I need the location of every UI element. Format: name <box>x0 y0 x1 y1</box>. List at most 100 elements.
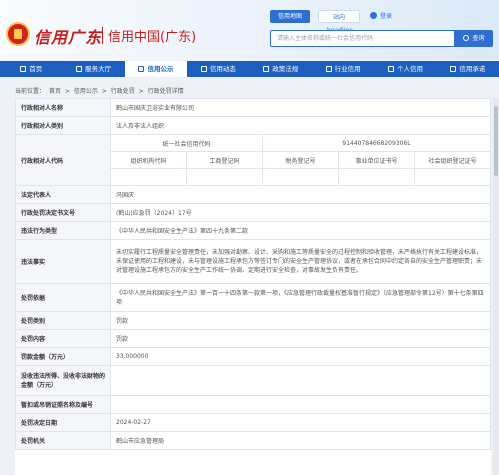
decision-date-value: 2024-02-27 <box>110 413 491 432</box>
business-reg-header: 工商登记码 <box>186 151 263 169</box>
breadcrumb-penalty[interactable]: 行政处罚 <box>111 88 135 95</box>
license-label: 暂扣或吊销证照名称及编号 <box>15 395 111 414</box>
breadcrumb-publicity[interactable]: 信用公示 <box>74 88 98 95</box>
site-banner: 信用广东 信用中国(广东) 信用地图 站内headline 登录 请输入主体名称… <box>0 0 499 60</box>
scrollbar-thumb[interactable] <box>494 106 498 176</box>
person-icon <box>387 66 394 72</box>
violation-fact-value: 未切实履行工程质量安全管理责任，未加强对勘察、设计、采购和施工等质量安全的过程控… <box>110 239 491 284</box>
org-code-header: 组织机构代码 <box>110 151 187 169</box>
nav-credit-commitment[interactable]: 信用承诺 <box>437 61 499 77</box>
doc-number-label: 行政处罚决定书文号 <box>15 203 111 222</box>
breadcrumb-current: 行政处罚详情 <box>147 88 184 95</box>
penalty-content-value: 罚款 <box>110 329 491 348</box>
site-title[interactable]: 信用中国(广东) <box>108 26 196 45</box>
main-nav: 首页 服务大厅 信用公示 信用动态 政策法规 行业信用 个人信用 信用承诺 <box>0 61 499 77</box>
search-button[interactable]: 查询 <box>455 30 493 47</box>
service-icon <box>76 66 83 72</box>
penalty-basis-label: 处罚依据 <box>15 283 111 312</box>
nav-personal-credit[interactable]: 个人信用 <box>374 61 436 77</box>
breadcrumb-home[interactable]: 首页 <box>49 88 61 95</box>
penalty-content-label: 处罚内容 <box>15 329 111 348</box>
table-row: 处罚依据 《中华人民共和国安全生产法》第一百一十四条第一款第一项，《应急管理行政… <box>15 283 491 312</box>
violation-fact-label: 违法事实 <box>15 239 111 284</box>
social-org-header: 社会组织登记证号 <box>414 151 491 169</box>
table-row: 违法事实 未切实履行工程质量安全管理责任，未加强对勘察、设计、采购和施工等质量安… <box>15 239 491 284</box>
search-icon <box>463 35 470 41</box>
tab-site-headlines[interactable]: 站内headline <box>318 10 360 34</box>
detail-card: 行政相对人名称 鹤山市国庆卫浴实业有限公司 行政相对人类别 法人及非法人组织 行… <box>15 98 491 475</box>
table-row: 处罚机关 鹤山市应急管理局 <box>15 431 491 450</box>
breadcrumb-prefix: 当前位置： <box>15 88 46 95</box>
table-row: 处罚类别 罚款 <box>15 311 491 330</box>
search-input[interactable]: 请输入主体名称或统一社会信用代码 <box>270 30 455 47</box>
table-row: 处罚内容 罚款 <box>15 329 491 348</box>
empty-cell <box>414 168 491 186</box>
nav-credit-commitment-label: 信用承诺 <box>459 65 486 73</box>
breadcrumb: 当前位置： 首页 > 信用公示 > 行政处罚 > 行政处罚详情 <box>15 86 186 95</box>
breadcrumb-sep: > <box>64 88 70 95</box>
breadcrumb-sep: > <box>101 88 107 95</box>
violation-type-label: 违法行为类型 <box>15 221 111 240</box>
table-row: 行政处罚决定书文号 (鹤山)应急罚〔2024〕17号 <box>15 203 491 222</box>
penalty-org-label: 处罚机关 <box>15 431 111 450</box>
user-icon <box>370 12 377 19</box>
nav-credit-publicity-label: 信用公示 <box>147 65 174 73</box>
table-row: 暂扣或吊销证照名称及编号 <box>15 395 491 414</box>
tax-reg-header: 税务登记号 <box>262 151 339 169</box>
logo-divider <box>102 27 103 44</box>
nav-personal-credit-label: 个人信用 <box>396 65 423 73</box>
fine-amount-value: 33.000000 <box>110 347 491 366</box>
login-link[interactable]: 登录 <box>370 10 392 23</box>
nav-home[interactable]: 首页 <box>0 61 62 77</box>
nav-credit-news-label: 信用动态 <box>209 65 236 73</box>
penalty-category-value: 罚款 <box>110 311 491 330</box>
table-row: 没收违法所得、没收非法财物的金额（万元） <box>15 365 491 396</box>
table-row: 处罚决定日期 2024-02-27 <box>15 413 491 432</box>
table-row: 法定代表人 冯国庆 <box>15 185 491 204</box>
empty-cell <box>110 168 187 186</box>
table-row: 行政相对人类别 法人及非法人组织 <box>15 116 491 135</box>
penalty-org-value: 鹤山市应急管理局 <box>110 431 491 450</box>
penalty-category-label: 处罚类别 <box>15 311 111 330</box>
category-value: 法人及非法人组织 <box>110 116 491 135</box>
login-label: 登录 <box>380 13 393 20</box>
nav-policy[interactable]: 政策法规 <box>250 61 312 77</box>
nav-service-hall-label: 服务大厅 <box>85 65 112 73</box>
tab-credit-map[interactable]: 信用地图 <box>270 10 310 23</box>
nav-industry-credit-label: 行业信用 <box>334 65 361 73</box>
violation-type-value: 《中华人民共和国安全生产法》第四十九条第二款 <box>110 221 491 240</box>
home-icon <box>20 66 27 72</box>
decision-date-label: 处罚决定日期 <box>15 413 111 432</box>
nav-credit-news[interactable]: 信用动态 <box>187 61 249 77</box>
fine-amount-label: 罚款金额（万元） <box>15 347 111 366</box>
code-label: 行政相对人代码 <box>15 134 111 186</box>
legal-rep-label: 法定代表人 <box>15 185 111 204</box>
nav-home-label: 首页 <box>29 65 43 73</box>
table-row: 行政相对人代码 统一社会信用代码 91440784668209306L <box>15 134 491 186</box>
empty-cell <box>262 168 339 186</box>
nav-industry-credit[interactable]: 行业信用 <box>312 61 374 77</box>
empty-cell <box>338 168 415 186</box>
site-logo-script[interactable]: 信用广东 <box>34 24 102 48</box>
uscc-label: 统一社会信用代码 <box>110 134 263 152</box>
table-row: 行政相对人名称 鹤山市国庆卫浴实业有限公司 <box>15 98 491 117</box>
table-row: 罚款金额（万元） 33.000000 <box>15 347 491 366</box>
doc-number-value: (鹤山)应急罚〔2024〕17号 <box>110 203 491 222</box>
policy-icon <box>263 66 270 72</box>
commitment-icon <box>450 66 457 72</box>
detail-table: 行政相对人名称 鹤山市国庆卫浴实业有限公司 行政相对人类别 法人及非法人组织 行… <box>15 98 491 450</box>
confiscation-label: 没收违法所得、没收非法财物的金额（万元） <box>15 365 111 396</box>
legal-rep-value: 冯国庆 <box>110 185 491 204</box>
nav-policy-label: 政策法规 <box>272 65 299 73</box>
nav-service-hall[interactable]: 服务大厅 <box>62 61 124 77</box>
license-value <box>110 395 491 414</box>
nav-credit-publicity[interactable]: 信用公示 <box>124 61 188 77</box>
uscc-value: 91440784668209306L <box>262 134 491 152</box>
scrollbar[interactable] <box>493 98 499 475</box>
search-button-label: 查询 <box>472 35 485 42</box>
national-emblem-icon <box>6 22 30 46</box>
category-label: 行政相对人类别 <box>15 116 111 135</box>
industry-icon <box>325 66 332 72</box>
name-value: 鹤山市国庆卫浴实业有限公司 <box>110 98 491 117</box>
table-row: 违法行为类型 《中华人民共和国安全生产法》第四十九条第二款 <box>15 221 491 240</box>
